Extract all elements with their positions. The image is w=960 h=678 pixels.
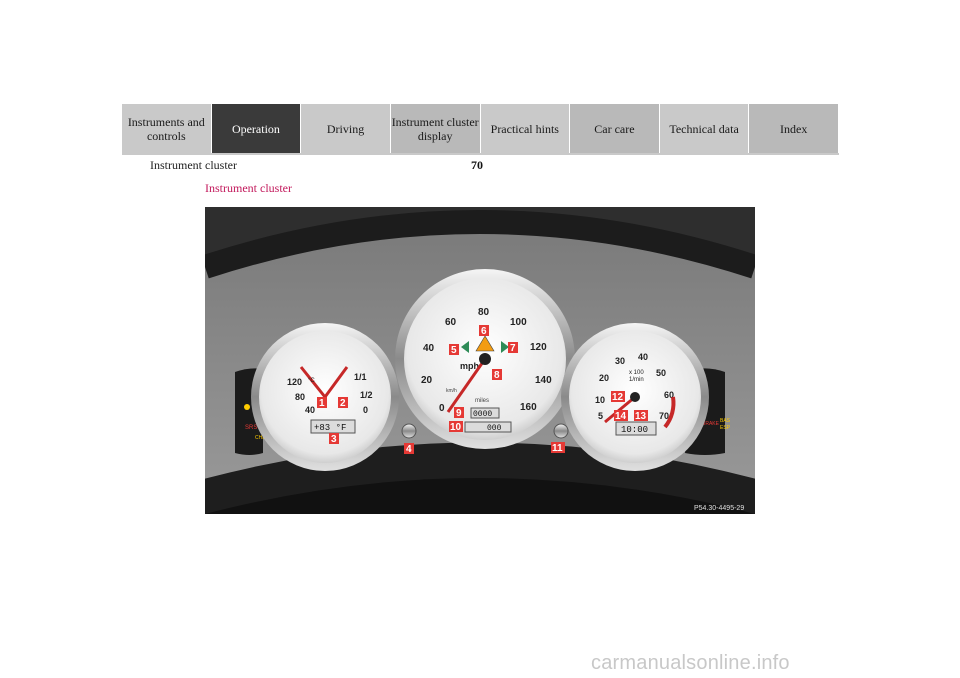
mph-tick-20: 20 (421, 375, 433, 386)
tab-driving[interactable]: Driving (301, 104, 391, 153)
odometer-unit: miles (475, 398, 489, 404)
srs-label: SRS (245, 425, 257, 431)
callout-6: 6 (481, 326, 487, 337)
reset-knob-right (553, 423, 569, 439)
rpm-tick-5: 5 (598, 411, 603, 421)
fuel-tick-full: 1/1 (354, 372, 367, 382)
callout-5: 5 (451, 345, 457, 356)
temp-tick-40: 40 (305, 405, 315, 415)
callout-8: 8 (494, 370, 500, 381)
speedometer-hub (479, 353, 491, 365)
tab-car-care[interactable]: Car care (570, 104, 660, 153)
callout-11: 11 (552, 443, 563, 454)
mph-tick-60: 60 (445, 317, 457, 328)
mph-tick-140: 140 (535, 375, 552, 386)
callout-14: 14 (615, 411, 627, 422)
rpm-tick-20: 20 (599, 373, 609, 383)
rpm-tick-50: 50 (656, 368, 666, 378)
watermark: carmanualsonline.info (591, 652, 790, 674)
temp-tick-120: 120 (287, 377, 302, 387)
odometer-value: 0000 (473, 410, 492, 419)
esp-label: ESP (720, 425, 731, 431)
page-heading: Instrument cluster (205, 181, 292, 195)
callout-1: 1 (319, 398, 325, 409)
instrument-cluster-illustration: SRS CHECK ENGINE BRAKE BAS ESP 120 °C 80… (205, 207, 755, 514)
rpm-tick-10: 10 (595, 395, 605, 405)
rpm-tick-30: 30 (615, 356, 625, 366)
mph-tick-100: 100 (510, 317, 527, 328)
reset-knob-left (401, 423, 417, 439)
rpm-tick-70: 70 (659, 411, 669, 421)
tab-index[interactable]: Index (749, 104, 839, 153)
figure-code: P54.30-4495-29 (694, 505, 744, 512)
temp-tick-80: 80 (295, 392, 305, 402)
callout-9: 9 (456, 408, 462, 419)
temp-unit: °C (308, 378, 315, 384)
fuel-tick-empty: 0 (363, 405, 368, 415)
callout-3: 3 (331, 434, 337, 445)
fuel-tick-half: 1/2 (360, 390, 373, 400)
tachometer-hub (630, 392, 640, 402)
outside-temp-value: +83 °F (314, 423, 346, 433)
mph-tick-160: 160 (520, 402, 537, 413)
trip-value: 000 (487, 424, 502, 433)
callout-7: 7 (510, 343, 516, 354)
mph-tick-80: 80 (478, 307, 490, 318)
callout-2: 2 (340, 398, 346, 409)
mph-tick-0: 0 (439, 403, 445, 414)
tab-bar: Instruments and controls Operation Drivi… (122, 104, 839, 153)
rpm-tick-40: 40 (638, 352, 648, 362)
tab-instruments-and-controls[interactable]: Instruments and controls (122, 104, 212, 153)
mph-tick-40: 40 (423, 343, 435, 354)
callout-12: 12 (612, 392, 624, 403)
callout-13: 13 (635, 411, 647, 422)
tab-technical-data[interactable]: Technical data (659, 104, 750, 153)
rpm-unit-line2: 1/min (629, 377, 644, 383)
bas-label: BAS (720, 418, 731, 424)
clock-value: 10:00 (621, 425, 648, 435)
tab-instrument-cluster-display[interactable]: Instrument cluster display (390, 104, 481, 153)
rpm-unit-line1: x 100 (629, 370, 644, 376)
page-number: 70 (471, 158, 483, 172)
callout-10: 10 (450, 422, 462, 433)
mph-tick-120: 120 (530, 342, 547, 353)
header-divider (122, 153, 839, 155)
tab-operation[interactable]: Operation (211, 104, 302, 153)
callout-4: 4 (406, 444, 412, 455)
section-title: Instrument cluster (150, 158, 237, 172)
kmh-unit: km/h (446, 388, 457, 394)
tab-practical-hints[interactable]: Practical hints (480, 104, 571, 153)
warning-icon (244, 404, 250, 410)
